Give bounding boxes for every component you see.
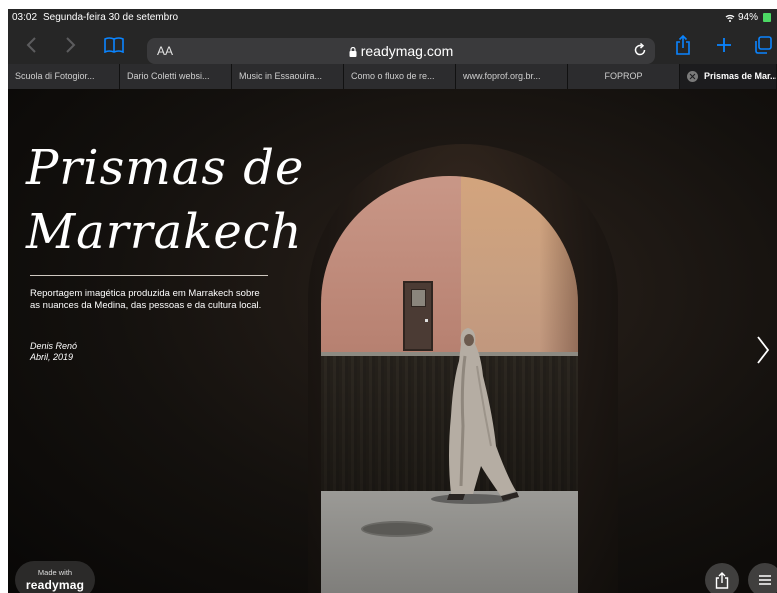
status-right: 94% [725, 12, 771, 23]
next-slide-button[interactable] [756, 335, 770, 365]
close-tab-icon[interactable] [687, 71, 698, 82]
page-title: Prismas de Marrakech [26, 137, 316, 263]
tab-2[interactable]: Dario Coletti websi... [120, 64, 232, 89]
web-page: Prismas de Marrakech Reportagem imagétic… [8, 89, 777, 593]
tab-bar: Scuola di Fotogior... Dario Coletti webs… [8, 64, 777, 89]
title-divider [30, 275, 268, 276]
tabs-overview-button[interactable] [752, 34, 774, 56]
author-block: Denis Renó Abril, 2019 [30, 341, 77, 363]
back-button[interactable] [20, 34, 42, 56]
readymag-brand: readymag [25, 578, 85, 592]
made-with-readymag-badge[interactable]: Made with readymag [15, 561, 95, 593]
page-share-button[interactable] [705, 563, 739, 593]
bookmarks-button[interactable] [103, 34, 125, 56]
tab-6[interactable]: FOPROP [568, 64, 680, 89]
page-menu-button[interactable] [748, 563, 777, 593]
url-text: readymag.com [360, 43, 454, 59]
chevron-right-icon [66, 37, 76, 53]
hero-photo [321, 176, 578, 593]
battery-icon [763, 13, 771, 22]
tab-3[interactable]: Music in Essaouira... [232, 64, 344, 89]
publish-date: Abril, 2019 [30, 352, 74, 362]
tab-active[interactable]: Prismas de Mar... [680, 64, 777, 89]
tabs-icon [755, 36, 772, 54]
share-icon [715, 571, 729, 589]
author-name: Denis Renó [30, 341, 78, 351]
door-window [411, 289, 426, 307]
new-tab-button[interactable] [713, 34, 735, 56]
forward-button[interactable] [60, 34, 82, 56]
title-line-2: Marrakech [26, 204, 303, 260]
reload-icon[interactable] [633, 43, 647, 57]
status-time: 03:02 [12, 12, 38, 23]
tab-4[interactable]: Como o fluxo de re... [344, 64, 456, 89]
url-display: readymag.com [147, 43, 655, 59]
title-line-1: Prismas de [26, 140, 305, 196]
lock-icon [349, 47, 357, 57]
battery-percent: 94% [737, 12, 758, 23]
tab-1[interactable]: Scuola di Fotogior... [8, 64, 120, 89]
share-button[interactable] [672, 34, 694, 56]
plus-icon [717, 38, 731, 52]
ipad-screen: 03:02 Segunda-feira 30 de setembro 94% A… [8, 9, 777, 593]
tab-5[interactable]: www.foprof.org.br... [456, 64, 568, 89]
walking-man-figure [447, 328, 519, 501]
manhole-cover [361, 521, 433, 537]
share-icon [676, 35, 690, 55]
door-knob [425, 319, 428, 322]
active-tab-label: Prismas de Mar... [704, 71, 777, 81]
status-bar: 03:02 Segunda-feira 30 de setembro 94% [8, 9, 777, 26]
wifi-icon [725, 14, 735, 22]
made-with-label: Made with [37, 568, 73, 577]
book-icon [104, 37, 124, 53]
safari-toolbar: AA readymag.com [8, 26, 777, 64]
chevron-left-icon [26, 37, 36, 53]
page-description: Reportagem imagética produzida em Marrak… [30, 288, 262, 311]
status-date: Segunda-feira 30 de setembro [43, 12, 179, 23]
hamburger-icon [759, 575, 771, 585]
address-bar[interactable]: AA readymag.com [147, 38, 655, 64]
